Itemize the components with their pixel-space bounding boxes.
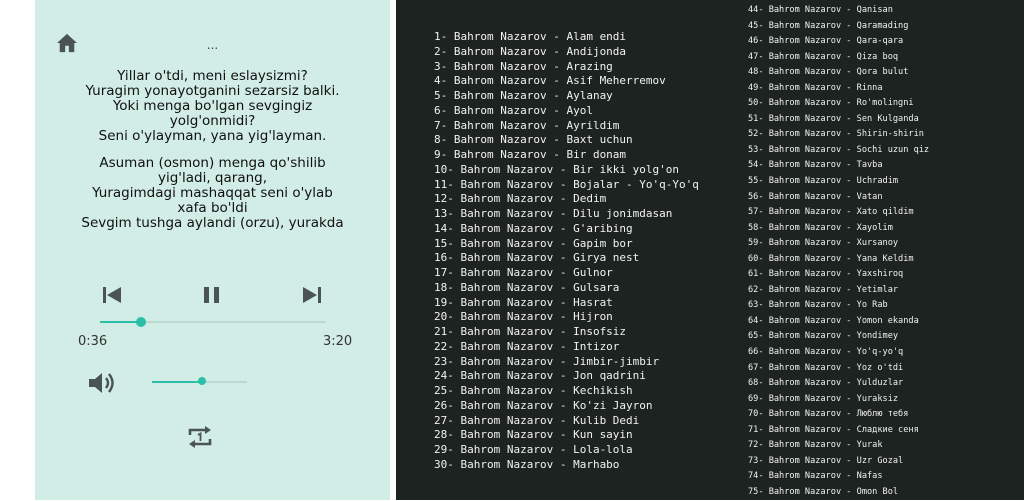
lyrics-line: xafa bo'ldi — [177, 200, 248, 216]
lyrics-line: Yoki menga bo'lgan sevgingiz — [112, 98, 313, 114]
song-list-item[interactable]: 70- Bahrom Nazarov - Люблю тебя — [748, 407, 929, 423]
song-list-item[interactable]: 45- Bahrom Nazarov - Qaramading — [748, 19, 929, 35]
repeat-one-icon[interactable] — [185, 423, 215, 451]
song-list-item[interactable]: 50- Bahrom Nazarov - Ro'molingni — [748, 96, 929, 112]
seek-thumb[interactable] — [135, 317, 146, 327]
song-list-item[interactable]: 15- Bahrom Nazarov - Gapim bor — [434, 237, 699, 252]
song-list-item[interactable]: 26- Bahrom Nazarov - Ko'zi Jayron — [434, 399, 699, 414]
song-list-item[interactable]: 44- Bahrom Nazarov - Qanisan — [748, 3, 929, 19]
song-list-item[interactable]: 57- Bahrom Nazarov - Xato qildim — [748, 205, 929, 221]
song-list-item[interactable]: 20- Bahrom Nazarov - Hijron — [434, 310, 699, 325]
song-list-item[interactable]: 21- Bahrom Nazarov - Insofsiz — [434, 325, 699, 340]
song-list-item[interactable]: 29- Bahrom Nazarov - Lola-lola — [434, 443, 699, 458]
elapsed-time: 0:36 — [78, 334, 108, 349]
song-list-item[interactable]: 54- Bahrom Nazarov - Tavba — [748, 158, 929, 174]
volume-slider[interactable] — [152, 376, 247, 388]
song-list-item[interactable]: 30- Bahrom Nazarov - Marhabo — [434, 458, 699, 473]
song-list-item[interactable]: 67- Bahrom Nazarov - Yoz o'tdi — [748, 361, 929, 377]
song-list-right: 44- Bahrom Nazarov - Qanisan 45- Bahrom N… — [748, 3, 929, 501]
song-list-item[interactable]: 71- Bahrom Nazarov - Сладкие сеня — [748, 423, 929, 439]
song-list-item[interactable]: 28- Bahrom Nazarov - Kun sayin — [434, 428, 699, 443]
song-list-item[interactable]: 51- Bahrom Nazarov - Sen Kulganda — [748, 112, 929, 128]
song-list-item[interactable]: 52- Bahrom Nazarov - Shirin-shirin — [748, 127, 929, 143]
song-list-left: 1- Bahrom Nazarov - Alam endi 2- Bahrom N… — [434, 30, 699, 473]
lyrics-line: Sevgim tushga aylandi (orzu), yurakda — [81, 215, 344, 231]
song-list-item[interactable]: 25- Bahrom Nazarov - Kechikish — [434, 384, 699, 399]
song-list-item[interactable]: 49- Bahrom Nazarov - Rinna — [748, 81, 929, 97]
song-list-item[interactable]: 18- Bahrom Nazarov - Gulsara — [434, 281, 699, 296]
song-list-item[interactable]: 12- Bahrom Nazarov - Dedim — [434, 192, 699, 207]
song-list-item[interactable]: 46- Bahrom Nazarov - Qara-qara — [748, 34, 929, 50]
song-list-item[interactable]: 5- Bahrom Nazarov - Aylanay — [434, 89, 699, 104]
song-list-item[interactable]: 17- Bahrom Nazarov - Gulnor — [434, 266, 699, 281]
volume-icon[interactable] — [87, 370, 119, 396]
song-list-item[interactable]: 56- Bahrom Nazarov - Vatan — [748, 190, 929, 206]
song-list-item[interactable]: 8- Bahrom Nazarov - Baxt uchun — [434, 133, 699, 148]
lyrics-stanza: Asuman (osmon) menga qo'shilib yig'ladi,… — [55, 156, 370, 231]
song-list-item[interactable]: 9- Bahrom Nazarov - Bir donam — [434, 148, 699, 163]
lyrics-line: yig'ladi, qarang, — [157, 170, 268, 186]
song-list-item[interactable]: 7- Bahrom Nazarov - Ayrildim — [434, 119, 699, 134]
lyrics-cut-line: ... — [206, 44, 219, 52]
song-list-item[interactable]: 53- Bahrom Nazarov - Sochi uzun qiz — [748, 143, 929, 159]
seek-bar[interactable] — [100, 316, 326, 328]
song-list-item[interactable]: 72- Bahrom Nazarov - Yurak — [748, 438, 929, 454]
next-icon[interactable] — [301, 285, 323, 305]
song-list-item[interactable]: 19- Bahrom Nazarov - Hasrat — [434, 296, 699, 311]
song-list-item[interactable]: 22- Bahrom Nazarov - Intizor — [434, 340, 699, 355]
song-list-item[interactable]: 11- Bahrom Nazarov - Bojalar - Yo'q-Yo'q — [434, 178, 699, 193]
song-list-item[interactable]: 66- Bahrom Nazarov - Yo'q-yo'q — [748, 345, 929, 361]
previous-icon[interactable] — [101, 285, 123, 305]
song-list-item[interactable]: 2- Bahrom Nazarov - Andijonda — [434, 45, 699, 60]
song-list-item[interactable]: 65- Bahrom Nazarov - Yondimey — [748, 329, 929, 345]
lyrics-line: Seni o'ylayman, yana yig'layman. — [98, 128, 327, 144]
song-list-item[interactable]: 73- Bahrom Nazarov - Uzr Gozal — [748, 454, 929, 470]
song-list-item[interactable]: 62- Bahrom Nazarov - Yetimlar — [748, 283, 929, 299]
song-list-item[interactable]: 48- Bahrom Nazarov - Qora bulut — [748, 65, 929, 81]
song-list-item[interactable]: 69- Bahrom Nazarov - Yuraksiz — [748, 392, 929, 408]
song-list-item[interactable]: 58- Bahrom Nazarov - Xayolim — [748, 221, 929, 237]
song-list-item[interactable]: 13- Bahrom Nazarov - Dilu jonimdasan — [434, 207, 699, 222]
lyrics-line: yolg'onmidi? — [169, 113, 256, 129]
song-list-item[interactable]: 14- Bahrom Nazarov - G'aribing — [434, 222, 699, 237]
lyrics-view: ... Yillar o'tdi, meni eslaysizmi? Yurag… — [55, 44, 370, 234]
seek-fill — [100, 321, 141, 323]
song-list-item[interactable]: 16- Bahrom Nazarov - Girya nest — [434, 251, 699, 266]
song-list-item[interactable]: 60- Bahrom Nazarov - Yana Keldim — [748, 252, 929, 268]
song-list-item[interactable]: 55- Bahrom Nazarov - Uchradim — [748, 174, 929, 190]
volume-fill — [152, 381, 203, 383]
song-list-item[interactable]: 3- Bahrom Nazarov - Arazing — [434, 60, 699, 75]
song-list-item[interactable]: 24- Bahrom Nazarov - Jon qadrini — [434, 369, 699, 384]
song-list-item[interactable]: 75- Bahrom Nazarov - Omon Bol — [748, 485, 929, 501]
song-list-item[interactable]: 63- Bahrom Nazarov - Yo Rab — [748, 298, 929, 314]
song-list-item[interactable]: 10- Bahrom Nazarov - Bir ikki yolg'on — [434, 163, 699, 178]
song-list-item[interactable]: 64- Bahrom Nazarov - Yomon ekanda — [748, 314, 929, 330]
song-list-item[interactable]: 59- Bahrom Nazarov - Xursanoy — [748, 236, 929, 252]
song-list-item[interactable]: 47- Bahrom Nazarov - Qiza boq — [748, 50, 929, 66]
left-margin — [0, 0, 35, 500]
lyrics-stanza: Yillar o'tdi, meni eslaysizmi? Yuragim y… — [55, 69, 370, 144]
lyrics-line: Yuragim yonayotganini sezarsiz balki. — [85, 83, 340, 99]
song-list-item[interactable]: 68- Bahrom Nazarov - Yulduzlar — [748, 376, 929, 392]
song-list-item[interactable]: 61- Bahrom Nazarov - Yaxshiroq — [748, 267, 929, 283]
pause-icon[interactable] — [201, 285, 223, 305]
player-screen: ... Yillar o'tdi, meni eslaysizmi? Yurag… — [35, 0, 390, 500]
lyrics-line: Asuman (osmon) menga qo'shilib — [99, 155, 326, 171]
volume-thumb[interactable] — [198, 377, 207, 385]
song-list-item[interactable]: 74- Bahrom Nazarov - Nafas — [748, 469, 929, 485]
duration-time: 3:20 — [323, 334, 353, 349]
lyrics-line: Yuragimdagi mashaqqat seni o'ylab — [92, 185, 333, 201]
song-list-item[interactable]: 27- Bahrom Nazarov - Kulib Dedi — [434, 414, 699, 429]
song-list-item[interactable]: 6- Bahrom Nazarov - Ayol — [434, 104, 699, 119]
song-list-item[interactable]: 1- Bahrom Nazarov - Alam endi — [434, 30, 699, 45]
song-list-item[interactable]: 4- Bahrom Nazarov - Asif Meherremov — [434, 74, 699, 89]
song-list-item[interactable]: 23- Bahrom Nazarov - Jimbir-jimbir — [434, 355, 699, 370]
lyrics-line: Yillar o'tdi, meni eslaysizmi? — [117, 68, 308, 84]
